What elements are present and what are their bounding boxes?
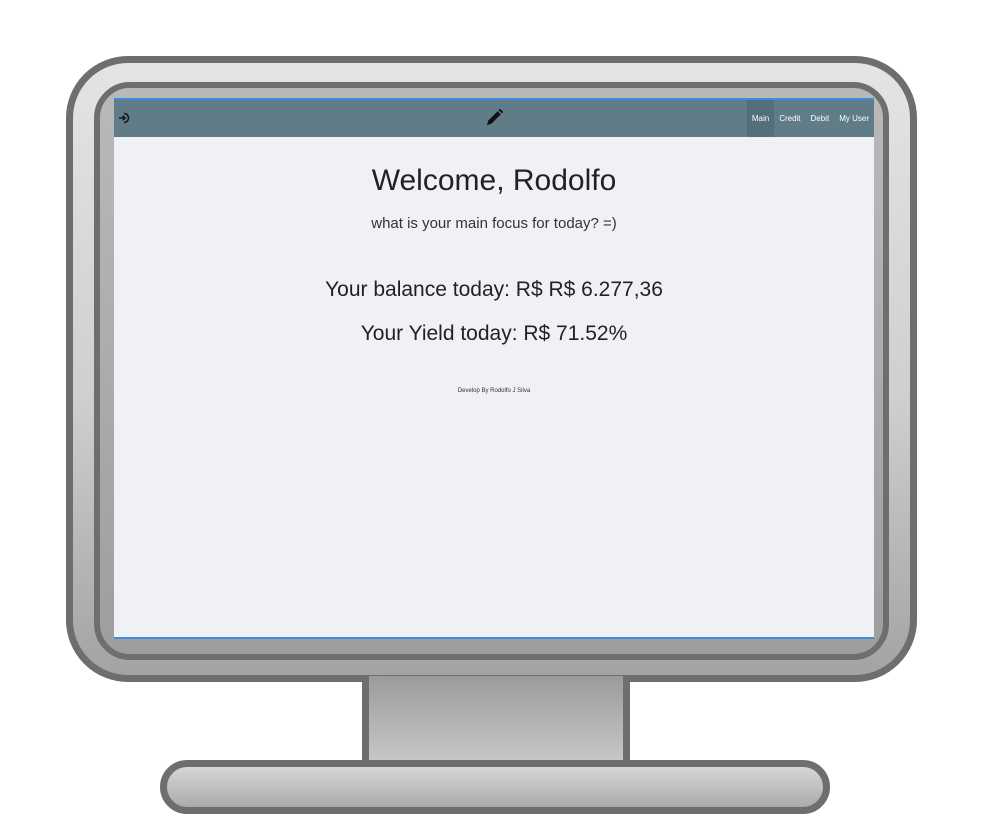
nav-item-debit[interactable]: Debit [806, 100, 835, 137]
yield-text: Your Yield today: R$ 71.52% [360, 322, 628, 345]
footer-credit: Develop By Rodolfo J Silva [457, 388, 531, 394]
nav-menu: Main Credit Debit My User [746, 100, 874, 137]
balance-text: Your balance today: R$ R$ 6.277,36 [325, 278, 663, 301]
page-subtitle: what is your main focus for today? =) [371, 215, 617, 232]
monitor-neck [362, 676, 630, 772]
nav-item-main[interactable]: Main [746, 100, 775, 137]
navbar: Main Credit Debit My User [114, 100, 874, 137]
monitor-base [160, 760, 830, 814]
nav-item-credit[interactable]: Credit [774, 100, 805, 137]
pencil-icon[interactable] [483, 106, 505, 128]
app-screen: Main Credit Debit My User Welcome, Rodol… [114, 98, 874, 639]
page-title: Welcome, Rodolfo [371, 164, 617, 197]
logout-icon[interactable] [117, 111, 131, 125]
nav-item-my-user[interactable]: My User [834, 100, 874, 137]
